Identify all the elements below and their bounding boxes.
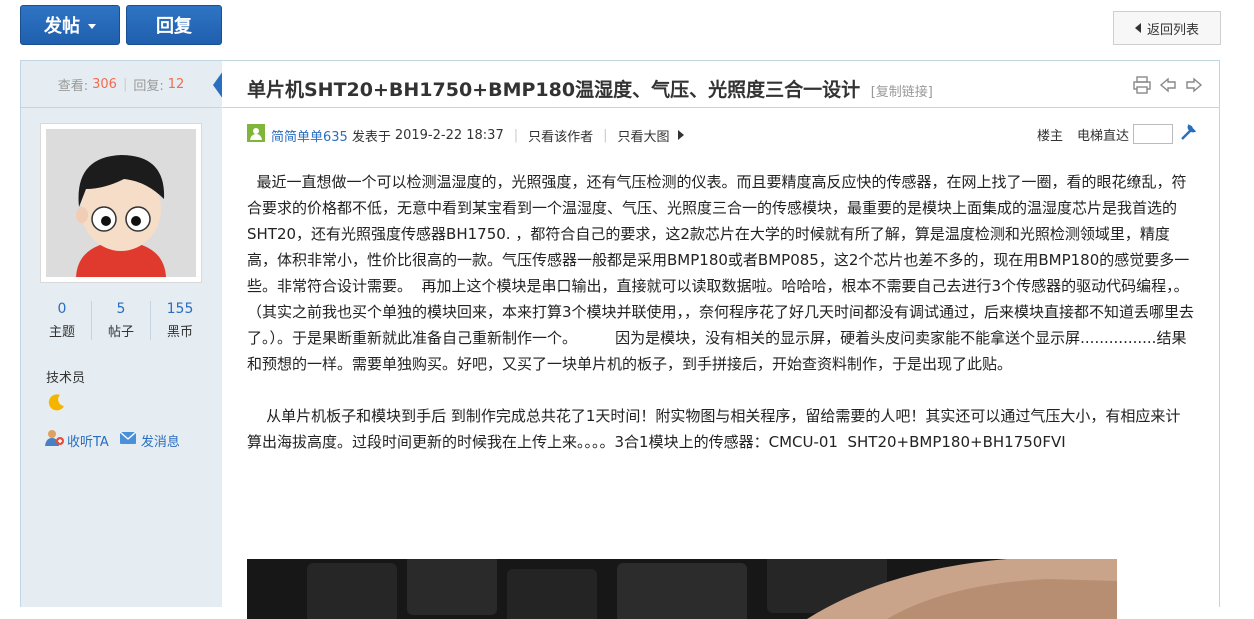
post-title-bar: 单片机SHT20+BH1750+BMP180温湿度、气压、光照度三合一设计 [复… xyxy=(222,61,1219,108)
follow-label: 收听TA xyxy=(67,434,109,450)
online-status-icon xyxy=(247,124,265,146)
post-button-label: 发帖 xyxy=(44,16,80,37)
count-topics[interactable]: 0 主题 xyxy=(33,301,92,340)
meta-divider: | xyxy=(603,127,608,143)
user-role[interactable]: 技术员 xyxy=(46,367,85,386)
post-meta: 简简单单635 发表于 2019-2-22 18:37 | 只看该作者 | 只看… xyxy=(247,123,1197,146)
wrench-icon[interactable] xyxy=(1179,123,1197,145)
chevron-left-icon xyxy=(1134,23,1141,33)
post-tools xyxy=(1133,76,1203,98)
only-author-link[interactable]: 只看该作者 xyxy=(528,126,593,145)
count-posts[interactable]: 5 帖子 xyxy=(92,301,151,340)
chevron-right-icon xyxy=(677,130,684,140)
post-image[interactable] xyxy=(247,559,1117,619)
count-topics-value: 0 xyxy=(57,301,67,317)
only-large-images-link[interactable]: 只看大图 xyxy=(618,126,670,145)
user-counts: 0 主题 5 帖子 155 黑币 xyxy=(33,301,209,340)
page-title: 单片机SHT20+BH1750+BMP180温湿度、气压、光照度三合一设计 [复… xyxy=(247,75,933,102)
post-button[interactable]: 发帖 xyxy=(20,5,120,45)
post-title: 单片机SHT20+BH1750+BMP180温湿度、气压、光照度三合一设计 xyxy=(247,79,861,101)
back-to-list-label: 返回列表 xyxy=(1146,22,1199,38)
replies-label: 回复: xyxy=(133,78,164,94)
views-label: 查看: xyxy=(57,78,89,94)
paragraph-spacer xyxy=(247,377,1195,403)
post-paragraph: 最近一直想做一个可以检测温湿度的，光照强度，还有气压检测的仪表。而且要精度高反应… xyxy=(247,173,1195,373)
replies-count: 12 xyxy=(167,76,185,92)
post-paragraph: 从单片机板子和模块到手后 到制作完成总共花了1天时间！附实物图与相关程序，留给需… xyxy=(247,407,1181,451)
count-posts-label: 帖子 xyxy=(107,325,134,340)
previous-thread-icon[interactable] xyxy=(1159,76,1177,98)
avatar-image xyxy=(46,129,196,277)
send-message-label: 发消息 xyxy=(140,434,180,450)
send-message-link[interactable]: 发消息 xyxy=(119,431,180,450)
count-topics-label: 主题 xyxy=(48,325,75,340)
posted-prefix: 发表于 xyxy=(351,129,391,145)
author-link[interactable]: 简简单单635 xyxy=(271,126,348,145)
count-coins-label: 黑币 xyxy=(166,325,193,340)
next-thread-icon[interactable] xyxy=(1185,76,1203,98)
user-actions: 收听TA 发消息 xyxy=(45,429,190,451)
floor-label: 楼主 xyxy=(1036,128,1063,144)
reply-button[interactable]: 回复 xyxy=(126,5,222,45)
count-posts-value: 5 xyxy=(116,301,126,317)
print-icon[interactable] xyxy=(1133,76,1151,98)
avatar[interactable] xyxy=(40,123,202,283)
thread-stats: 查看: 306 | 回复: 12 xyxy=(21,61,223,108)
user-sidebar: 查看: 306 | 回复: 12 0 主题 5 帖子 155 黑币 技术员 收听… xyxy=(20,60,223,607)
jump-label: 电梯直达 xyxy=(1076,128,1129,144)
reply-button-label: 回复 xyxy=(156,16,192,37)
post-content: 单片机SHT20+BH1750+BMP180温湿度、气压、光照度三合一设计 [复… xyxy=(222,60,1220,619)
follow-icon xyxy=(45,429,65,451)
back-to-list-button[interactable]: 返回列表 xyxy=(1113,11,1221,45)
meta-divider: | xyxy=(513,127,519,143)
count-coins-value: 155 xyxy=(166,301,194,317)
follow-link[interactable]: 收听TA xyxy=(45,429,109,451)
views-count: 306 xyxy=(92,76,117,92)
envelope-icon xyxy=(119,431,137,449)
moon-icon xyxy=(47,392,67,416)
chevron-down-icon xyxy=(88,23,96,29)
stats-divider: | xyxy=(122,76,128,92)
count-coins[interactable]: 155 黑币 xyxy=(151,301,209,340)
floor-controls: 楼主 电梯直达 xyxy=(1037,123,1197,145)
copy-link[interactable]: [复制链接] xyxy=(871,85,933,100)
floor-jump-input[interactable] xyxy=(1133,124,1173,144)
post-body: 最近一直想做一个可以检测温湿度的，光照强度，还有气压检测的仪表。而且要精度高反应… xyxy=(247,169,1195,455)
posted-time: 2019-2-22 18:37 xyxy=(394,127,504,143)
